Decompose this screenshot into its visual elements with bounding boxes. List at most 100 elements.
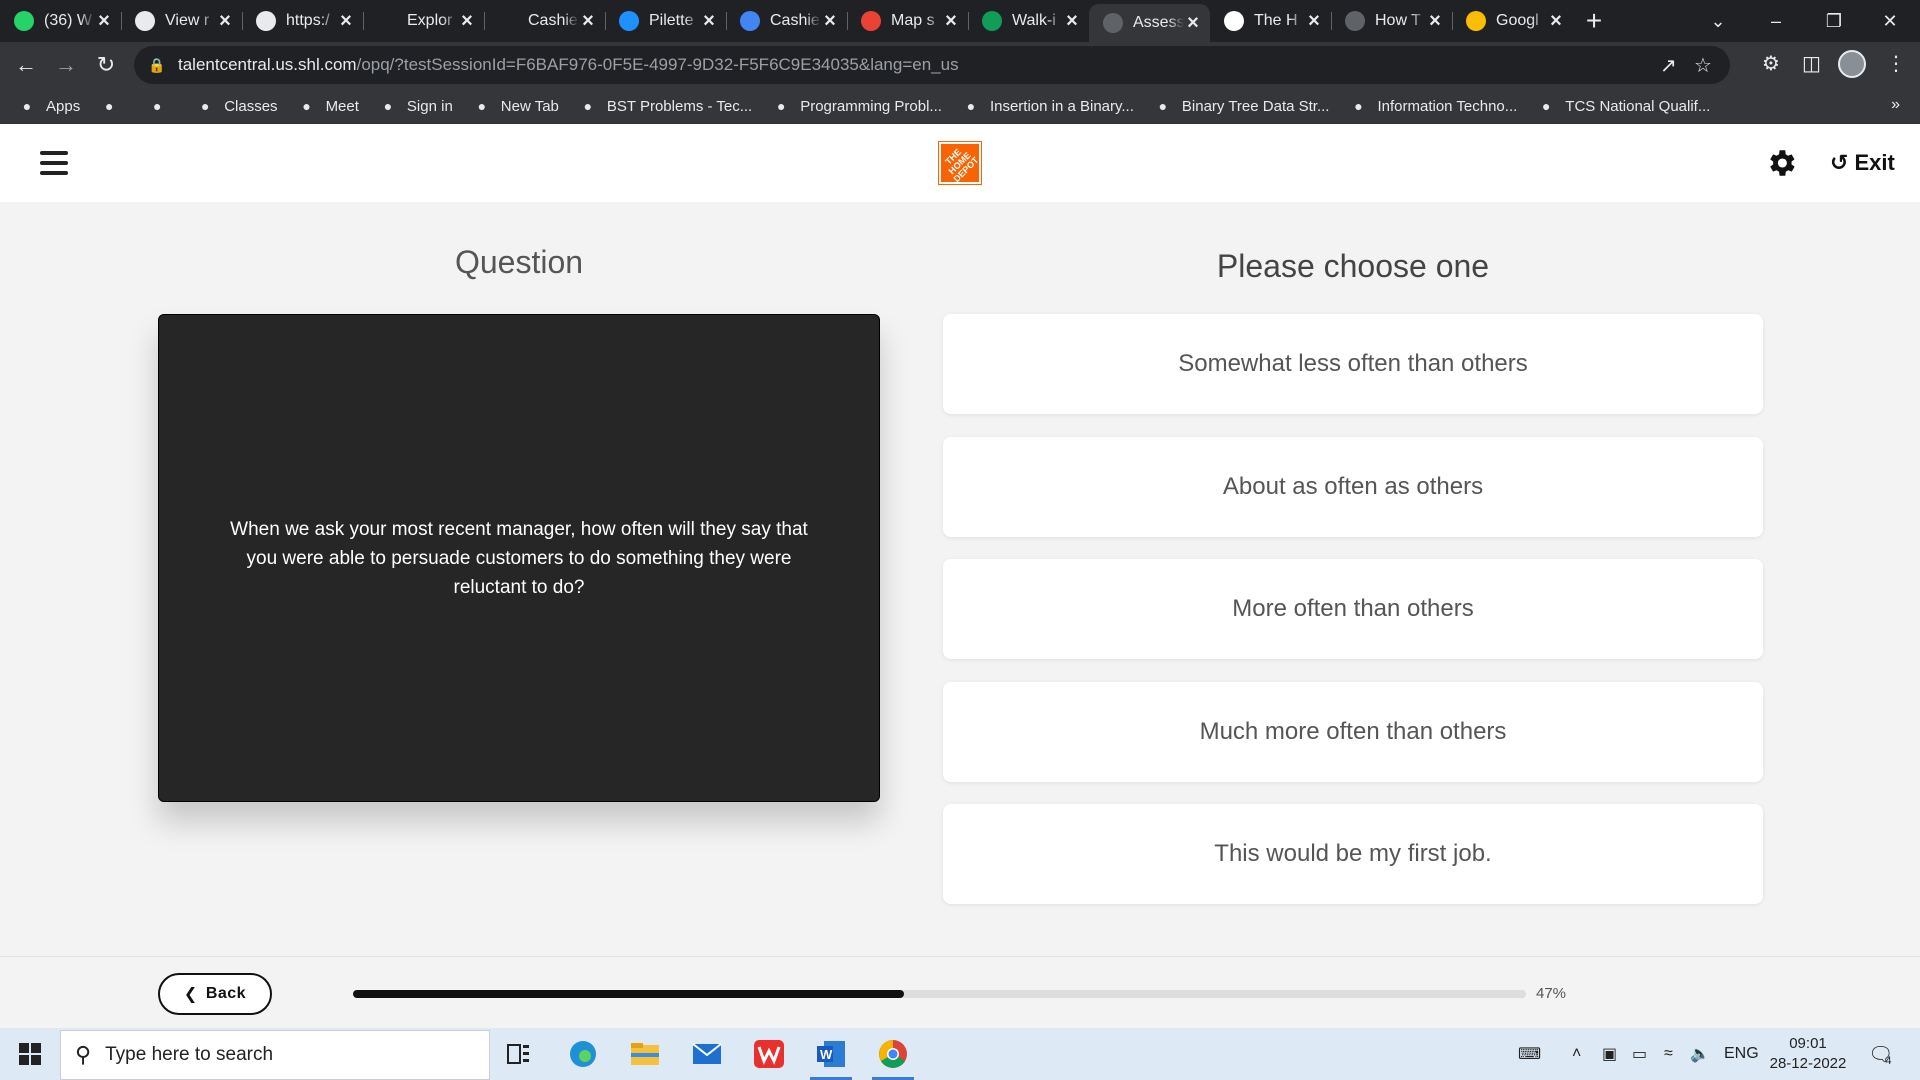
browser-tab[interactable]: View r ×: [121, 0, 242, 42]
bookmark-label: Classes: [224, 97, 278, 115]
browser-tab[interactable]: (36) W ×: [0, 0, 121, 42]
exit-button[interactable]: ↺ Exit: [1830, 150, 1895, 176]
bookmark-item[interactable]: ● New Tab: [473, 97, 559, 115]
close-tab-icon[interactable]: ×: [337, 10, 355, 33]
back-button[interactable]: ❮ Back: [158, 973, 272, 1015]
chrome-icon[interactable]: [866, 1028, 920, 1080]
back-arrow-icon[interactable]: ←: [6, 45, 46, 85]
close-tab-icon[interactable]: ×: [95, 10, 113, 33]
battery-icon[interactable]: ▭: [1632, 1028, 1647, 1080]
bookmarks-overflow-icon[interactable]: »: [1891, 96, 1900, 114]
close-tab-icon[interactable]: ×: [942, 10, 960, 33]
extensions-icon[interactable]: ⚙: [1762, 51, 1780, 76]
question-card: When we ask your most recent manager, ho…: [158, 314, 880, 802]
restore-icon[interactable]: ❐: [1806, 0, 1862, 42]
browser-tab-title: Pilette: [649, 12, 694, 29]
j-icon: [498, 11, 518, 31]
reload-icon[interactable]: ↻: [86, 45, 126, 85]
close-window-icon[interactable]: ✕: [1862, 0, 1918, 42]
bookmark-star-icon[interactable]: ☆: [1694, 53, 1712, 78]
answer-option[interactable]: Much more often than others: [943, 682, 1763, 782]
task-view-icon[interactable]: [492, 1028, 546, 1080]
close-tab-icon[interactable]: ×: [1547, 10, 1565, 33]
browser-tab-title: Cashie: [528, 12, 578, 29]
close-tab-icon[interactable]: ×: [700, 10, 718, 33]
browser-tab-title: Cashie: [770, 12, 820, 29]
browser-tab[interactable]: Walk-i ×: [968, 0, 1089, 42]
profile-avatar[interactable]: [1838, 50, 1866, 78]
more-menu-icon[interactable]: ⋮: [1886, 51, 1906, 76]
taskbar-search-placeholder: Type here to search: [105, 1044, 274, 1065]
answer-option[interactable]: More often than others: [943, 559, 1763, 659]
browser-tab[interactable]: How T ×: [1331, 0, 1452, 42]
show-hidden-icons-icon[interactable]: ˄: [1572, 1028, 1581, 1080]
exit-icon: ↺: [1830, 150, 1849, 175]
tab-search-icon[interactable]: ⌄: [1690, 0, 1746, 42]
bookmark-item[interactable]: ●: [100, 97, 128, 115]
answer-option[interactable]: This would be my first job.: [943, 804, 1763, 904]
browser-tab[interactable]: Cashie ×: [484, 0, 605, 42]
close-tab-icon[interactable]: ×: [821, 10, 839, 33]
power-icon: ●: [1542, 98, 1551, 114]
globe-icon: ●: [104, 98, 114, 114]
new-tab-icon[interactable]: +: [1573, 0, 1615, 42]
address-bar[interactable]: 🔒 talentcentral.us.shl.com/opq/?testSess…: [134, 46, 1730, 84]
browser-tab[interactable]: The H ×: [1210, 0, 1331, 42]
answer-option[interactable]: Somewhat less often than others: [943, 314, 1763, 414]
close-tab-icon[interactable]: ×: [1426, 10, 1444, 33]
meet-now-icon[interactable]: ▣: [1602, 1028, 1617, 1080]
hamburger-menu-icon[interactable]: [40, 151, 68, 175]
wifi-icon[interactable]: ≈: [1664, 1028, 1673, 1080]
bookmark-item[interactable]: ● Programming Probl...: [772, 97, 942, 115]
minimize-icon[interactable]: –: [1748, 0, 1804, 42]
bookmark-item[interactable]: ● Information Techno...: [1349, 97, 1517, 115]
bookmark-item[interactable]: ● BST Problems - Tec...: [579, 97, 753, 115]
browser-tab[interactable]: Explor ×: [363, 0, 484, 42]
bookmarks-bar: ● Apps ● ● ● Classes ● Meet ● Sign in ● New Tab ● BST…: [0, 88, 1920, 124]
clock-time: 09:01: [1789, 1035, 1827, 1052]
mail-icon[interactable]: [680, 1028, 734, 1080]
word-icon[interactable]: W: [804, 1028, 858, 1080]
file-explorer-icon[interactable]: [618, 1028, 672, 1080]
taskbar-search-input[interactable]: ⚲ Type here to search: [60, 1030, 490, 1080]
browser-tab[interactable]: Cashie ×: [726, 0, 847, 42]
side-panel-icon[interactable]: ◫: [1802, 51, 1821, 76]
edge-icon[interactable]: [556, 1028, 610, 1080]
language-indicator[interactable]: ENG: [1724, 1028, 1759, 1080]
browser-tab[interactable]: Assess ×: [1089, 4, 1210, 42]
windows-start-icon[interactable]: [0, 1028, 60, 1080]
wps-office-icon[interactable]: [742, 1028, 796, 1080]
forward-arrow-icon[interactable]: →: [46, 45, 86, 85]
answer-option[interactable]: About as often as others: [943, 437, 1763, 537]
lock-icon: 🔒: [148, 56, 166, 73]
bookmark-item[interactable]: ● Binary Tree Data Str...: [1154, 97, 1330, 115]
browser-tab[interactable]: Pilette ×: [605, 0, 726, 42]
bookmark-item[interactable]: ● Insertion in a Binary...: [962, 97, 1134, 115]
close-tab-icon[interactable]: ×: [579, 10, 597, 33]
close-tab-icon[interactable]: ×: [1305, 10, 1323, 33]
progress-bar: [353, 990, 1526, 998]
close-tab-icon[interactable]: ×: [1063, 10, 1081, 33]
notifications-icon[interactable]: 🗨 4: [1868, 1028, 1893, 1080]
browser-tab[interactable]: Map s ×: [847, 0, 968, 42]
taskbar-clock[interactable]: 09:01 28-12-2022: [1760, 1034, 1856, 1074]
bookmark-item[interactable]: ●: [148, 97, 176, 115]
bookmark-item[interactable]: ● Sign in: [379, 97, 453, 115]
settings-gear-icon[interactable]: [1764, 146, 1798, 180]
gfg-icon: ●: [776, 98, 786, 114]
close-tab-icon[interactable]: ×: [1184, 12, 1202, 35]
browser-tab[interactable]: Googl ×: [1452, 0, 1573, 42]
browser-tab-title: https:/: [286, 12, 330, 29]
bookmark-label: Meet: [325, 97, 359, 115]
close-tab-icon[interactable]: ×: [458, 10, 476, 33]
volume-icon[interactable]: 🔈: [1690, 1028, 1710, 1080]
keyboard-icon[interactable]: ⌨: [1518, 1028, 1541, 1080]
bookmark-item[interactable]: ● Meet: [298, 97, 359, 115]
share-icon[interactable]: ↗: [1660, 53, 1677, 78]
browser-tab[interactable]: https:/ ×: [242, 0, 363, 42]
bookmark-item[interactable]: ● Apps: [18, 97, 80, 115]
question-text: When we ask your most recent manager, ho…: [230, 518, 808, 598]
bookmark-item[interactable]: ● TCS National Qualif...: [1537, 97, 1710, 115]
close-tab-icon[interactable]: ×: [216, 10, 234, 33]
bookmark-item[interactable]: ● Classes: [196, 97, 278, 115]
